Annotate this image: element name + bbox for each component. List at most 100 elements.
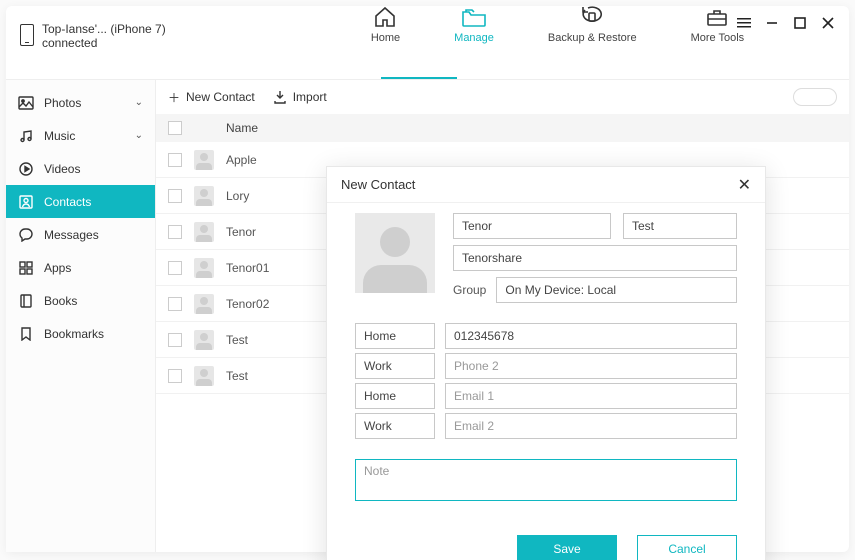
home-icon — [371, 6, 399, 28]
nav-backup-label: Backup & Restore — [548, 32, 637, 44]
sidebar-item-bookmarks[interactable]: Bookmarks — [6, 317, 155, 350]
new-contact-button[interactable]: ＋ New Contact — [168, 89, 255, 106]
phone-icon — [20, 24, 34, 46]
row-checkbox[interactable] — [168, 189, 182, 203]
field-type-select[interactable]: Work — [355, 353, 435, 379]
table-header: Name — [156, 114, 849, 142]
search-field[interactable] — [793, 88, 837, 106]
nav-active-indicator — [381, 77, 457, 79]
row-name: Test — [226, 369, 248, 383]
chevron-down-icon: ⌄ — [135, 97, 143, 108]
field-value-input[interactable]: Phone 2 — [445, 353, 737, 379]
sidebar: Photos ⌄ Music ⌄ Videos Contacts Message… — [6, 80, 156, 552]
toolbox-icon — [703, 6, 731, 28]
field-type-select[interactable]: Home — [355, 323, 435, 349]
device-status: connected — [42, 36, 166, 50]
book-icon — [18, 293, 34, 309]
sidebar-item-books[interactable]: Books — [6, 284, 155, 317]
download-icon — [273, 90, 287, 104]
import-label: Import — [293, 90, 327, 104]
field-value-input[interactable]: Email 2 — [445, 413, 737, 439]
row-checkbox[interactable] — [168, 369, 182, 383]
sidebar-item-label: Contacts — [44, 195, 91, 209]
chat-icon — [18, 227, 34, 243]
import-button[interactable]: Import — [273, 90, 327, 104]
avatar-icon — [194, 330, 214, 350]
row-name: Tenor — [226, 225, 256, 239]
sidebar-item-contacts[interactable]: Contacts — [6, 185, 155, 218]
image-icon — [18, 95, 34, 111]
sidebar-item-label: Messages — [44, 228, 99, 242]
row-name: Tenor01 — [226, 261, 269, 275]
avatar-placeholder[interactable] — [355, 213, 435, 293]
save-button[interactable]: Save — [517, 535, 617, 560]
sidebar-item-label: Books — [44, 294, 77, 308]
row-name: Tenor02 — [226, 297, 269, 311]
sidebar-item-label: Videos — [44, 162, 80, 176]
sidebar-item-photos[interactable]: Photos ⌄ — [6, 86, 155, 119]
modal-title: New Contact — [341, 177, 415, 192]
nav-home[interactable]: Home — [371, 6, 400, 44]
sidebar-item-label: Bookmarks — [44, 327, 104, 341]
row-checkbox[interactable] — [168, 333, 182, 347]
nav-backup[interactable]: Backup & Restore — [548, 6, 637, 44]
row-checkbox[interactable] — [168, 153, 182, 167]
sidebar-item-label: Photos — [44, 96, 81, 110]
row-checkbox[interactable] — [168, 261, 182, 275]
nav-home-label: Home — [371, 32, 400, 44]
row-name: Apple — [226, 153, 257, 167]
column-name: Name — [226, 121, 258, 135]
header: Top-Ianse'... (iPhone 7) connected Home … — [6, 6, 849, 80]
menu-icon[interactable] — [737, 16, 751, 30]
music-icon — [18, 128, 34, 144]
field-type-select[interactable]: Home — [355, 383, 435, 409]
new-contact-modal: New Contact ✕ Tenor Test Tenorshare Grou… — [326, 166, 766, 560]
folder-icon — [460, 6, 488, 28]
avatar-icon — [194, 366, 214, 386]
nav-manage[interactable]: Manage — [454, 6, 494, 44]
cancel-button[interactable]: Cancel — [637, 535, 737, 560]
close-icon[interactable] — [821, 16, 835, 30]
last-name-input[interactable]: Test — [623, 213, 737, 239]
avatar-icon — [194, 258, 214, 278]
contact-icon — [18, 194, 34, 210]
backup-restore-icon — [578, 6, 606, 28]
group-select[interactable]: On My Device: Local — [496, 277, 737, 303]
bookmark-icon — [18, 326, 34, 342]
select-all-checkbox[interactable] — [168, 121, 182, 135]
plus-icon: ＋ — [168, 89, 180, 106]
maximize-icon[interactable] — [793, 16, 807, 30]
nav-tools-label: More Tools — [691, 32, 745, 44]
note-input[interactable]: Note — [355, 459, 737, 501]
toolbar: ＋ New Contact Import — [156, 80, 849, 114]
sidebar-item-label: Apps — [44, 261, 71, 275]
first-name-input[interactable]: Tenor — [453, 213, 611, 239]
device-name: Top-Ianse'... (iPhone 7) — [42, 22, 166, 36]
row-name: Lory — [226, 189, 249, 203]
sidebar-item-messages[interactable]: Messages — [6, 218, 155, 251]
row-checkbox[interactable] — [168, 297, 182, 311]
field-value-input[interactable]: Email 1 — [445, 383, 737, 409]
field-value-input[interactable]: 012345678 — [445, 323, 737, 349]
avatar-icon — [194, 186, 214, 206]
company-input[interactable]: Tenorshare — [453, 245, 737, 271]
row-checkbox[interactable] — [168, 225, 182, 239]
device-info: Top-Ianse'... (iPhone 7) connected — [6, 6, 266, 50]
chevron-down-icon: ⌄ — [135, 130, 143, 141]
avatar-icon — [194, 294, 214, 314]
group-label: Group — [453, 283, 486, 297]
grid-icon — [18, 260, 34, 276]
sidebar-item-videos[interactable]: Videos — [6, 152, 155, 185]
sidebar-item-label: Music — [44, 129, 75, 143]
avatar-icon — [194, 150, 214, 170]
row-name: Test — [226, 333, 248, 347]
play-circle-icon — [18, 161, 34, 177]
modal-close-icon[interactable]: ✕ — [738, 175, 751, 195]
sidebar-item-music[interactable]: Music ⌄ — [6, 119, 155, 152]
sidebar-item-apps[interactable]: Apps — [6, 251, 155, 284]
minimize-icon[interactable] — [765, 16, 779, 30]
nav-manage-label: Manage — [454, 32, 494, 44]
avatar-icon — [194, 222, 214, 242]
field-type-select[interactable]: Work — [355, 413, 435, 439]
new-contact-label: New Contact — [186, 90, 255, 104]
